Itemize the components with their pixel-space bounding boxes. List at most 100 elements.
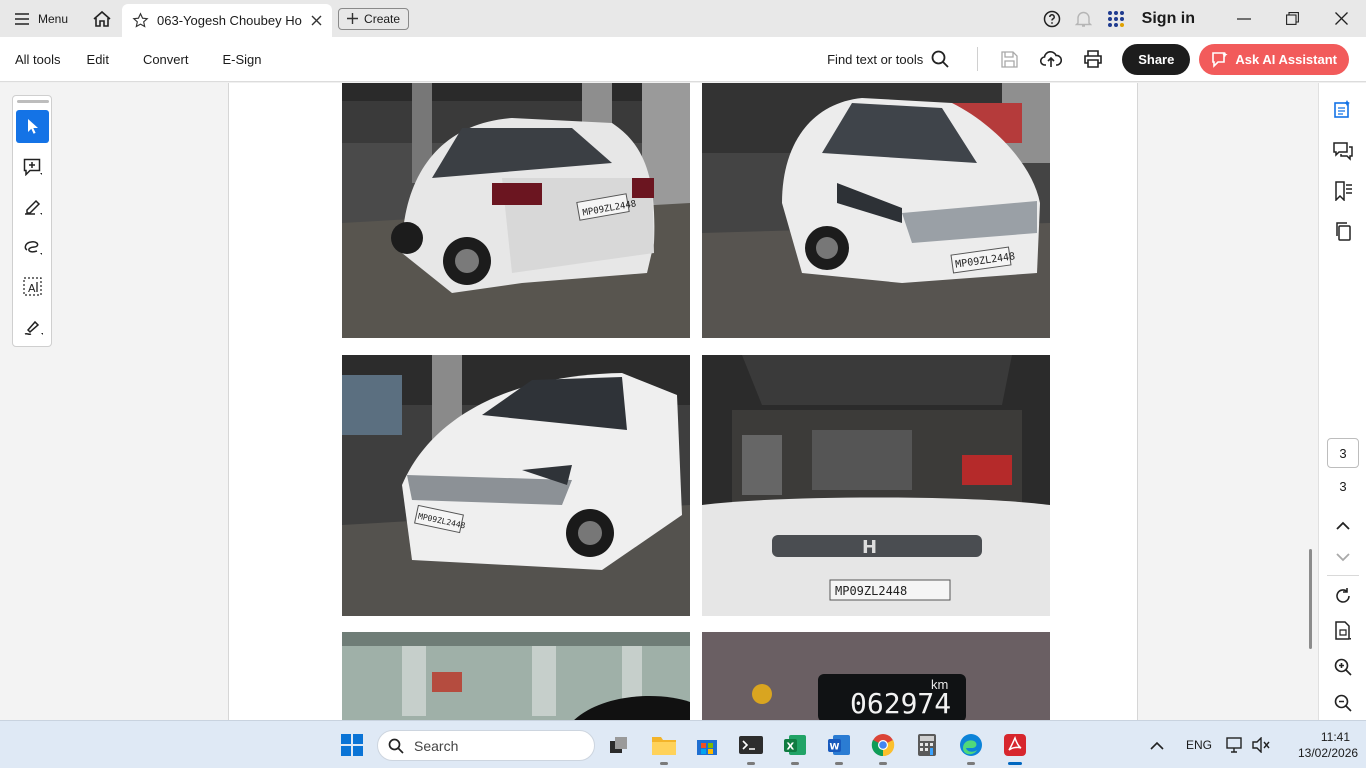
car-photo-front-right: MP09ZL2448 [702,83,1050,338]
restore-button[interactable] [1268,0,1317,37]
star-icon[interactable] [132,12,149,29]
copy-pages-icon [1336,222,1351,241]
clock-time: 11:41 [1320,730,1350,744]
taskbar-store[interactable] [691,729,723,761]
text-recognition-tool[interactable]: A [16,270,49,303]
main-toolbar: All tools Edit Convert E-Sign Find text … [0,37,1366,82]
taskbar-calculator[interactable] [911,729,943,761]
zoom-in-button[interactable] [1327,651,1359,683]
panel-grip[interactable] [17,100,49,103]
minimize-icon [1236,17,1251,20]
zoom-out-button[interactable] [1327,687,1359,719]
system-clock[interactable]: 11:41 13/02/2026 [1298,729,1358,761]
taskbar-edge[interactable] [955,729,987,765]
right-tool-rail: 3 3 [1318,83,1366,720]
print-button[interactable] [1072,37,1114,82]
toolbar-edit[interactable]: Edit [87,52,125,67]
find-label: Find text or tools [827,51,924,67]
car-photo-engine-bay: H MP09ZL2448 [702,355,1050,616]
minimize-button[interactable] [1219,0,1268,37]
create-label: Create [364,11,401,26]
document-viewport[interactable]: MP09ZL2448 MP09ZL2448 MP09ZL2448 H MP09Z… [228,83,1138,720]
plate-text-4: MP09ZL2448 [835,584,907,598]
taskbar-file-explorer[interactable] [648,729,680,765]
windows-taskbar: Search X W ENG 11:41 13/02/2026 [0,720,1366,768]
search-icon [931,50,949,68]
ai-assistant-icon [1212,51,1228,68]
home-button[interactable] [82,0,122,37]
rail-divider [1327,575,1359,576]
taskbar-search[interactable]: Search [377,730,595,761]
zoom-in-icon [1334,658,1352,676]
restore-icon [1286,12,1299,25]
home-icon [93,10,111,27]
next-page-button[interactable] [1327,541,1359,573]
vertical-scrollbar[interactable] [1304,83,1318,720]
rotate-button[interactable] [1327,580,1359,612]
pen-sign-icon [24,320,43,335]
task-view-icon [610,737,627,753]
notifications-button[interactable] [1068,0,1100,37]
sign-in-link[interactable]: Sign in [1142,10,1195,28]
excel-icon: X [784,735,806,755]
scroll-thumb[interactable] [1309,549,1312,649]
previous-page-button[interactable] [1327,509,1359,541]
tray-overflow-button[interactable] [1150,721,1164,768]
toolbar-divider [977,47,979,71]
taskbar-word[interactable]: W [823,729,855,765]
taskbar-terminal[interactable] [735,729,767,765]
save-icon [1001,50,1018,68]
taskbar-excel[interactable]: X [779,729,811,765]
apps-button[interactable] [1100,0,1132,37]
quick-tools-panel: A [12,95,52,347]
pages-panel-button[interactable] [1327,215,1359,247]
add-comment-tool[interactable] [16,150,49,183]
save-button[interactable] [988,37,1030,82]
current-page-input[interactable]: 3 [1327,438,1359,468]
help-icon [1043,10,1060,27]
tab-title: 063-Yogesh Choubey Ho... [157,13,304,28]
plus-icon [347,13,359,24]
document-tab[interactable]: 063-Yogesh Choubey Ho... [122,4,333,37]
toolbar-all-tools[interactable]: All tools [0,52,77,67]
fit-page-icon [1335,621,1351,640]
total-pages: 3 [1339,479,1347,494]
odometer-photo: km 062974 [702,632,1050,720]
apps-grid-icon [1107,10,1124,27]
toolbar-convert[interactable]: Convert [143,52,205,67]
word-icon: W [828,735,850,755]
close-tab-icon[interactable] [311,15,322,26]
search-placeholder: Search [414,737,459,754]
rotate-icon [1336,588,1350,603]
network-button[interactable] [1226,721,1244,768]
page-fit-button[interactable] [1327,615,1359,647]
taskbar-chrome[interactable] [867,729,899,765]
honda-logo-text: H [862,537,877,558]
close-icon [1335,12,1348,25]
ask-ai-assistant-button[interactable]: Ask AI Assistant [1199,43,1349,75]
cursor-arrow-icon [27,119,38,134]
help-button[interactable] [1036,0,1068,37]
zoom-out-icon [1334,694,1352,712]
start-button[interactable] [338,729,366,761]
close-window-button[interactable] [1317,0,1366,37]
taskbar-task-view[interactable] [603,729,635,761]
chevron-up-icon [1150,741,1164,750]
sign-tool[interactable] [16,310,49,343]
highlight-tool[interactable] [16,190,49,223]
upload-button[interactable] [1030,37,1072,82]
bookmarks-panel-button[interactable] [1327,175,1359,207]
create-button[interactable]: Create [338,7,410,30]
volume-button[interactable] [1252,721,1270,768]
select-tool[interactable] [16,110,49,143]
comments-panel-button[interactable] [1327,135,1359,167]
taskbar-acrobat[interactable] [999,729,1031,765]
menu-button[interactable]: Menu [0,0,82,37]
draw-tool[interactable] [16,230,49,263]
language-indicator[interactable]: ENG [1186,721,1212,768]
toolbar-esign[interactable]: E-Sign [222,52,277,67]
edit-pdf-panel-button[interactable] [1327,93,1359,125]
share-button[interactable]: Share [1122,43,1191,75]
find-text-tools[interactable]: Find text or tools [827,50,949,68]
highlighter-icon [25,199,42,215]
